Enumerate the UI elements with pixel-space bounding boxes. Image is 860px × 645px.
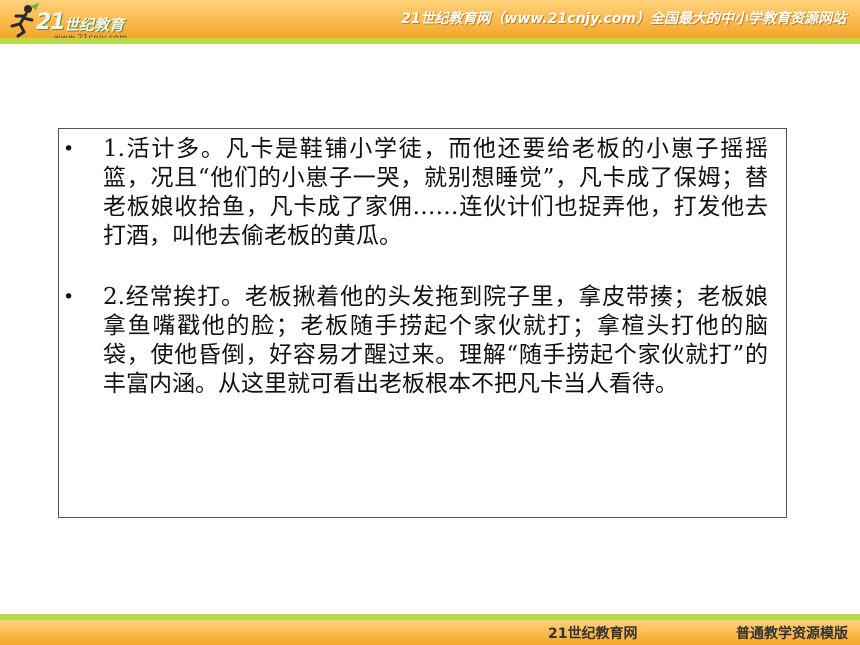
bullet-icon: •	[63, 286, 75, 308]
header-slogan: 21世纪教育网（www.21cnjy.com）全国最大的中小学教育资源网站	[401, 11, 846, 27]
footer-template-name: 普通教学资源模版	[736, 626, 848, 642]
bullet-text-1: 1.活计多。凡卡是鞋铺小学徒，而他还要给老板的小崽子摇摇篮，况且“他们的小崽子一…	[103, 136, 768, 249]
bullet-icon: •	[63, 138, 75, 160]
site-logo[interactable]: 21 世纪教育 www.21cnjy.com	[4, 2, 184, 42]
bullet-item-2: • 2.经常挨打。老板揪着他的头发拖到院子里，拿皮带揍；老板娘拿鱼嘴戳他的脸；老…	[59, 283, 786, 399]
content-text-box[interactable]: • 1.活计多。凡卡是鞋铺小学徒，而他还要给老板的小崽子摇摇篮，况且“他们的小崽…	[58, 128, 787, 518]
bullet-text-2: 2.经常挨打。老板揪着他的头发拖到院子里，拿皮带揍；老板娘拿鱼嘴戳他的脸；老板随…	[103, 284, 768, 397]
footer-site-name: 21世纪教育网	[548, 626, 638, 642]
footer-bar: 21世纪教育网 普通教学资源模版	[0, 620, 860, 645]
header-divider	[0, 38, 860, 44]
bullet-item-1: • 1.活计多。凡卡是鞋铺小学徒，而他还要给老板的小崽子摇摇篮，况且“他们的小崽…	[59, 135, 786, 251]
header-bar: 21 世纪教育 www.21cnjy.com 21世纪教育网（www.21cnj…	[0, 0, 860, 42]
logo-number: 21	[36, 10, 66, 35]
logo-name: 世纪教育	[64, 16, 125, 34]
